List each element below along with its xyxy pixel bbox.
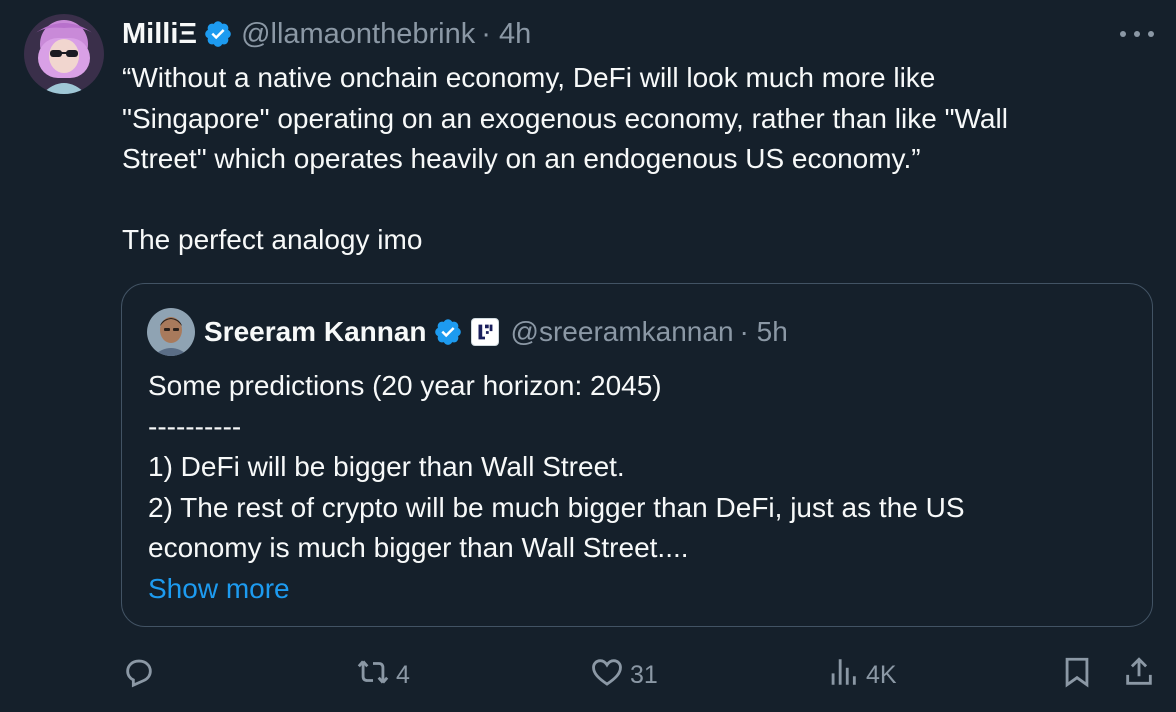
tweet-text-line: The perfect analogy imo <box>122 223 423 255</box>
like-button[interactable]: 31 <box>590 650 658 700</box>
retweet-icon <box>356 655 390 696</box>
tweet-text: “Without a native onchain economy, DeFi … <box>122 58 1142 260</box>
retweet-count: 4 <box>396 660 410 689</box>
author-name[interactable]: MilliΞ <box>122 18 197 51</box>
like-count: 31 <box>630 660 658 689</box>
quote-text-line: 1) DeFi will be bigger than Wall Street. <box>148 451 625 482</box>
more-icon[interactable] <box>1120 20 1154 48</box>
affiliation-badge-icon[interactable] <box>470 318 499 346</box>
heart-icon <box>590 655 624 696</box>
quote-timestamp[interactable]: · 5h <box>740 316 788 348</box>
reply-icon <box>122 655 156 696</box>
quote-text-line: economy is much bigger than Wall Street.… <box>148 532 689 563</box>
quote-text: Some predictions (20 year horizon: 2045)… <box>148 366 1138 609</box>
tweet-text-line: "Singapore" operating on an exogenous ec… <box>122 102 1008 134</box>
quoted-tweet[interactable]: Sreeram Kannan @sreeramkannan · 5h Some … <box>121 283 1153 627</box>
quote-text-line: 2) The rest of crypto will be much bigge… <box>148 491 965 523</box>
quote-header: Sreeram Kannan @sreeramkannan · 5h <box>204 312 788 352</box>
tweet-timestamp[interactable]: · 4h <box>481 18 531 51</box>
share-icon <box>1122 655 1156 696</box>
quote-author-handle[interactable]: @sreeramkannan <box>511 316 734 348</box>
author-avatar[interactable] <box>24 14 104 94</box>
quote-text-line: ---------- <box>148 410 242 442</box>
verified-badge-icon[interactable] <box>203 19 233 49</box>
bookmark-icon <box>1060 655 1094 696</box>
views-button[interactable]: 4K <box>826 650 897 700</box>
reply-button[interactable] <box>122 650 162 700</box>
views-count: 4K <box>866 660 897 689</box>
share-button[interactable] <box>1122 650 1156 700</box>
tweet-text-line: “Without a native onchain economy, DeFi … <box>122 62 936 93</box>
quote-author-avatar[interactable] <box>147 308 195 356</box>
show-more-link[interactable]: Show more <box>148 569 1138 610</box>
tweet-header: MilliΞ @llamaonthebrink · 4h <box>122 14 531 54</box>
action-bar: 4 31 4K <box>0 650 1176 700</box>
tweet-text-line: Street" which operates heavily on an end… <box>122 143 921 174</box>
quote-author-name[interactable]: Sreeram Kannan <box>204 316 427 348</box>
author-handle[interactable]: @llamaonthebrink <box>241 18 475 51</box>
bookmark-button[interactable] <box>1060 650 1094 700</box>
retweet-button[interactable]: 4 <box>356 650 410 700</box>
views-icon <box>826 655 860 696</box>
verified-badge-icon[interactable] <box>433 317 463 347</box>
quote-text-line: Some predictions (20 year horizon: 2045) <box>148 370 662 401</box>
